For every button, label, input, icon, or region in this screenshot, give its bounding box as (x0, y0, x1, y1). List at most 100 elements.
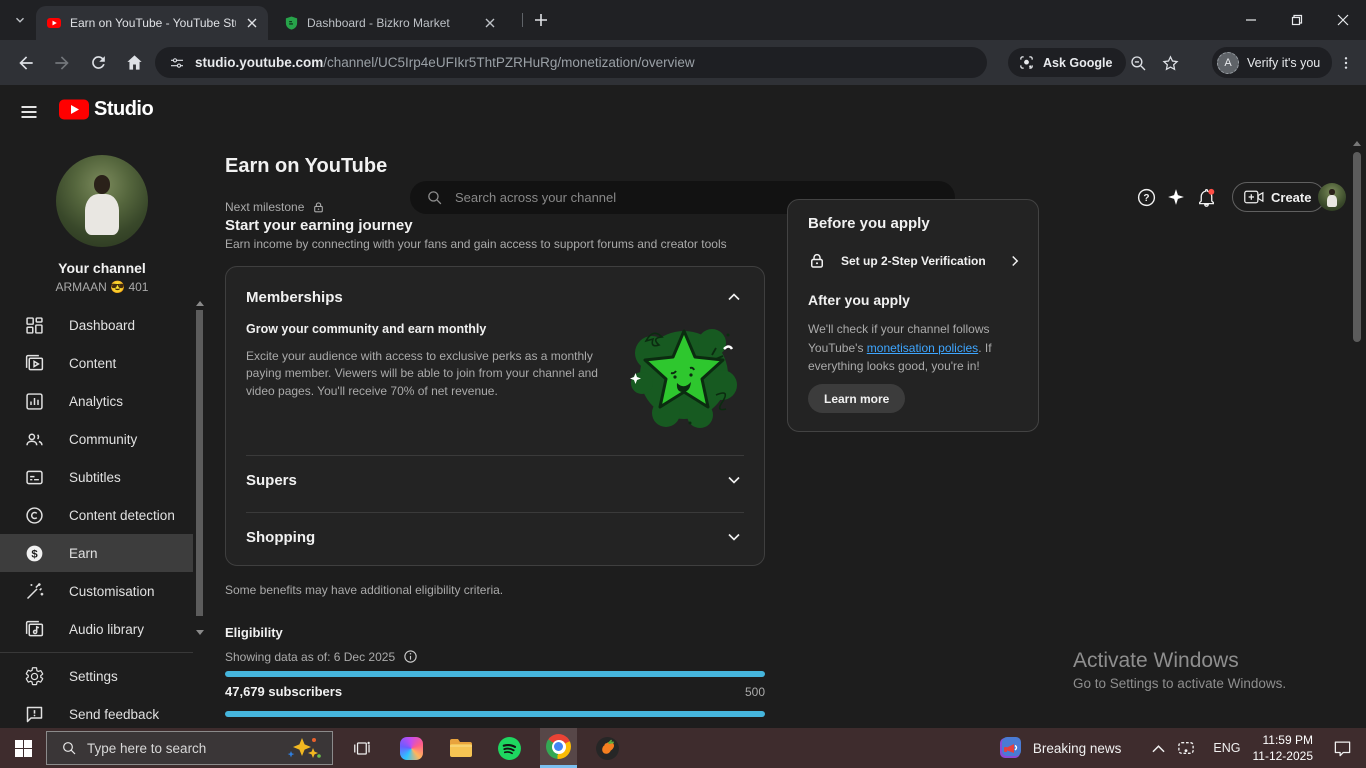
clock-date: 11-12-2025 (1252, 749, 1314, 763)
sidebar-item-audio-library[interactable]: Audio library (0, 610, 193, 648)
tab-close-icon[interactable] (244, 15, 260, 31)
sidebar-scrollbar[interactable] (196, 310, 203, 616)
create-video-icon (1244, 190, 1264, 204)
supers-title: Supers (246, 471, 297, 489)
site-settings-icon[interactable] (169, 55, 185, 71)
back-button[interactable] (10, 47, 42, 79)
zoom-out-icon[interactable] (1126, 51, 1150, 75)
reload-button[interactable] (82, 47, 114, 79)
youtube-favicon (47, 18, 61, 28)
verify-profile-button[interactable]: A Verify it's you (1212, 47, 1333, 78)
sidebar-item-community[interactable]: Community (0, 420, 193, 458)
two-step-label: Set up 2-Step Verification (841, 254, 986, 268)
sidebar-item-earn[interactable]: $ Earn (0, 534, 193, 572)
tray-expand-chevron[interactable] (1145, 744, 1171, 753)
language-indicator[interactable]: ENG (1201, 741, 1252, 755)
sidebar-nav: Dashboard Content Analytics Community Su… (0, 306, 204, 733)
sidebar: Your channel ARMAAN 😎 401 Dashboard Cont… (0, 138, 204, 728)
new-tab-button[interactable] (532, 11, 550, 29)
sidebar-item-label: Customisation (69, 583, 155, 599)
url-text[interactable]: studio.youtube.com/channel/UC5Irp4eUFIkr… (195, 55, 695, 70)
sidebar-item-customisation[interactable]: Customisation (0, 572, 193, 610)
shopping-title: Shopping (246, 528, 316, 546)
tab-earn-on-youtube[interactable]: Earn on YouTube - YouTube Stu (36, 6, 268, 40)
sidebar-item-content[interactable]: Content (0, 344, 193, 382)
search-icon (63, 742, 76, 755)
spotify-icon[interactable] (491, 728, 528, 768)
sidebar-scroll-up-arrow[interactable] (196, 301, 204, 306)
news-widget[interactable]: Breaking news (999, 736, 1146, 760)
home-button[interactable] (118, 47, 150, 79)
touch-keyboard-icon[interactable] (1171, 740, 1201, 756)
system-tray: Breaking news ENG 11:59 PM 11-12-2025 (999, 728, 1366, 768)
memberships-header[interactable]: Memberships (246, 287, 744, 307)
svg-text:?: ? (1143, 193, 1149, 204)
memberships-title: Memberships (246, 288, 343, 306)
account-avatar[interactable] (1318, 183, 1346, 211)
forward-button[interactable] (46, 47, 78, 79)
url-bar[interactable]: studio.youtube.com/channel/UC5Irp4eUFIkr… (155, 47, 987, 78)
copyright-icon (26, 506, 43, 524)
eligibility-asof-row: Showing data as of: 6 Dec 2025 (225, 649, 418, 664)
sidebar-item-content-detection[interactable]: Content detection (0, 496, 193, 534)
create-button[interactable]: Create (1232, 182, 1326, 212)
chevron-up-icon[interactable] (724, 287, 744, 307)
two-step-verification-row[interactable]: Set up 2-Step Verification (808, 252, 1024, 270)
taskbar-search-input[interactable] (87, 740, 276, 756)
window-minimize-button[interactable] (1228, 0, 1274, 40)
tab-bizkro-dashboard[interactable]: Dashboard - Bizkro Market (274, 6, 506, 40)
clock[interactable]: 11:59 PM 11-12-2025 (1253, 732, 1328, 764)
sparkle-icon[interactable] (1163, 184, 1189, 210)
start-button[interactable] (0, 728, 46, 768)
chevron-down-icon[interactable] (724, 527, 744, 547)
community-icon (26, 433, 43, 445)
action-center-icon[interactable] (1327, 739, 1366, 758)
chrome-logo (546, 734, 571, 759)
notifications-bell-icon[interactable] (1193, 184, 1219, 210)
monetisation-policies-link[interactable]: monetisation policies (867, 341, 978, 355)
after-apply-body: We'll check if your channel follows YouT… (808, 322, 992, 374)
copilot-app-icon[interactable] (393, 728, 430, 768)
shopping-row[interactable]: Shopping (246, 527, 744, 547)
fl-studio-icon[interactable] (589, 728, 626, 768)
sidebar-item-dashboard[interactable]: Dashboard (0, 306, 193, 344)
file-explorer-icon[interactable] (442, 728, 479, 768)
page-scrollbar[interactable] (1353, 152, 1361, 342)
customisation-wand-icon (26, 582, 44, 599)
sidebar-item-settings[interactable]: Settings (0, 657, 193, 695)
supers-row[interactable]: Supers (246, 470, 744, 490)
task-view-button[interactable] (343, 728, 380, 768)
menu-hamburger-icon[interactable] (16, 99, 42, 125)
feedback-icon (26, 706, 43, 722)
sidebar-item-label: Community (69, 431, 138, 447)
window-close-button[interactable] (1320, 0, 1366, 40)
sidebar-item-analytics[interactable]: Analytics (0, 382, 193, 420)
bookmark-star-icon[interactable] (1158, 51, 1182, 75)
sidebar-item-label: Content (69, 355, 117, 371)
info-icon[interactable] (403, 649, 418, 664)
lock-icon (811, 253, 823, 268)
sidebar-scroll-down-arrow[interactable] (196, 630, 204, 635)
chevron-right-icon (1012, 255, 1019, 267)
browser-menu-icon[interactable] (1334, 51, 1358, 75)
sidebar-item-label: Audio library (69, 621, 145, 637)
taskbar-search-box[interactable] (46, 731, 333, 765)
learn-more-button[interactable]: Learn more (808, 384, 906, 413)
lock-icon (314, 201, 324, 212)
memberships-subtitle: Grow your community and earn monthly (246, 322, 487, 336)
card-divider (246, 512, 744, 513)
channel-name: ARMAAN 😎 401 (55, 280, 149, 294)
page-scroll-up-arrow[interactable] (1353, 141, 1361, 146)
sidebar-item-subtitles[interactable]: Subtitles (0, 458, 193, 496)
after-apply-title: After you apply (808, 292, 910, 308)
studio-header: Studio ? Create (0, 85, 1366, 214)
channel-avatar[interactable] (56, 155, 148, 247)
help-icon[interactable]: ? (1133, 184, 1159, 210)
tab-search-button[interactable] (10, 10, 30, 30)
chevron-down-icon[interactable] (724, 470, 744, 490)
youtube-studio-logo[interactable]: Studio (58, 98, 154, 121)
tab-close-icon[interactable] (482, 15, 498, 31)
window-restore-button[interactable] (1274, 0, 1320, 40)
ask-google-button[interactable]: Ask Google (1008, 48, 1127, 77)
chrome-icon-active[interactable] (540, 728, 577, 768)
